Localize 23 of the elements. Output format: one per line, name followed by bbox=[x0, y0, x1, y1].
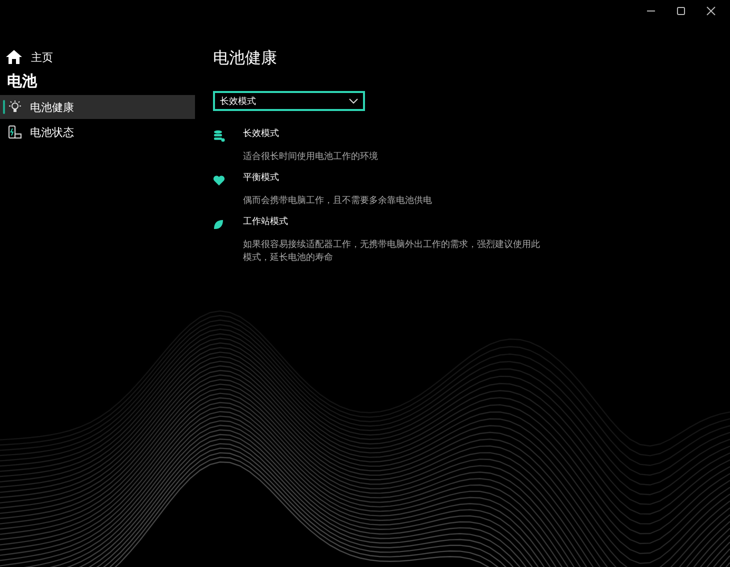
section-title: 电池 bbox=[6, 71, 38, 92]
heart-icon bbox=[213, 175, 225, 186]
maximize-icon bbox=[676, 6, 686, 16]
page-title: 电池健康 bbox=[213, 48, 278, 69]
chevron-down-icon bbox=[349, 98, 358, 104]
mode-description: 偶而会携带电脑工作，且不需要多余靠电池供电 bbox=[243, 195, 433, 208]
mode-description: 适合很长时间使用电池工作的环境 bbox=[243, 151, 379, 164]
nav-item-label: 电池状态 bbox=[30, 124, 74, 140]
mode-title: 长效模式 bbox=[243, 128, 280, 141]
mode-description: 如果很容易接续适配器工作，无携带电脑外出工作的需求，强烈建议使用此模式，延长电池的寿命 bbox=[243, 239, 541, 265]
home-icon bbox=[6, 50, 22, 64]
lightbulb-icon bbox=[8, 100, 22, 114]
battery-icon bbox=[8, 125, 22, 139]
nav-item[interactable]: 电池状态 bbox=[0, 120, 195, 144]
close-icon bbox=[706, 6, 716, 16]
mode-dropdown[interactable]: 长效模式 bbox=[213, 91, 365, 111]
mode-title: 平衡模式 bbox=[243, 172, 280, 185]
home-link[interactable]: 主页 bbox=[0, 46, 195, 68]
mode-title: 工作站模式 bbox=[243, 216, 289, 229]
nav-item-label: 电池健康 bbox=[30, 100, 74, 114]
database-icon bbox=[213, 130, 225, 142]
leaf-icon bbox=[213, 219, 224, 230]
nav-item[interactable]: 电池健康 bbox=[0, 95, 195, 119]
